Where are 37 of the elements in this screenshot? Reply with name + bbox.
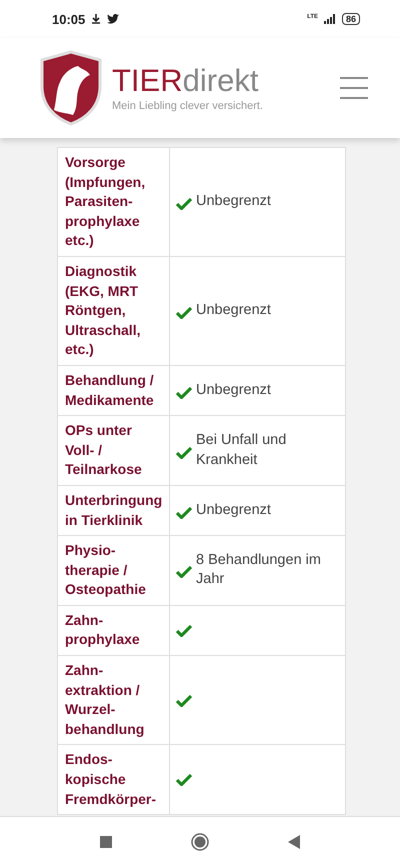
check-icon — [176, 624, 192, 637]
battery-level: 86 — [342, 13, 360, 25]
coverage-value: Unbegrenzt — [196, 500, 271, 520]
check-icon — [176, 446, 192, 459]
row-label: Physio- therapie / Osteopathie — [58, 536, 170, 605]
check-icon — [176, 565, 192, 578]
coverage-value: Bei Unfall und Krankheit — [196, 430, 286, 470]
row-label: Zahn- prophylaxe — [58, 606, 170, 656]
tagline: Mein Liebling clever versichert. — [112, 100, 264, 112]
coverage-value: 8 Behandlungen im Jahr — [196, 550, 321, 590]
download-icon — [91, 14, 102, 24]
check-icon — [176, 306, 192, 319]
row-label: OPs unter Voll- / Teilnarkose — [58, 416, 170, 485]
clock-time: 10:05 — [52, 12, 86, 26]
row-label: Endos- kopische Fremdkörper- — [58, 745, 170, 814]
back-button[interactable] — [288, 834, 300, 848]
signal-icon — [324, 14, 336, 24]
coverage-value: Unbegrenzt — [196, 192, 271, 212]
check-icon — [176, 196, 192, 210]
recents-button[interactable] — [100, 836, 112, 848]
row-label: Vorsorge (Impfungen, Parasiten- prophylaxe etc.) — [58, 148, 170, 256]
row-label: Unterbringung in Tierklinik — [58, 486, 170, 536]
home-button[interactable] — [190, 832, 209, 850]
coverage-value: Unbegrenzt — [196, 301, 271, 320]
check-icon — [176, 694, 192, 707]
coverage-value: Unbegrenzt — [196, 380, 271, 400]
brand-name: TIER — [112, 64, 183, 98]
bird-icon — [107, 14, 120, 24]
menu-button[interactable] — [340, 77, 368, 99]
row-label: Diagnostik (EKG, MRT Röntgen, Ultraschall, etc.) — [58, 256, 170, 365]
brand-name: direkt — [182, 64, 258, 98]
shield-logo-icon — [40, 50, 102, 126]
check-icon — [176, 506, 192, 518]
check-icon — [176, 386, 192, 399]
check-icon — [176, 773, 192, 786]
row-label: Zahn- extraktion / Wurzel- behandlung — [58, 656, 170, 744]
row-label: Behandlung / Medikamente — [58, 366, 170, 416]
